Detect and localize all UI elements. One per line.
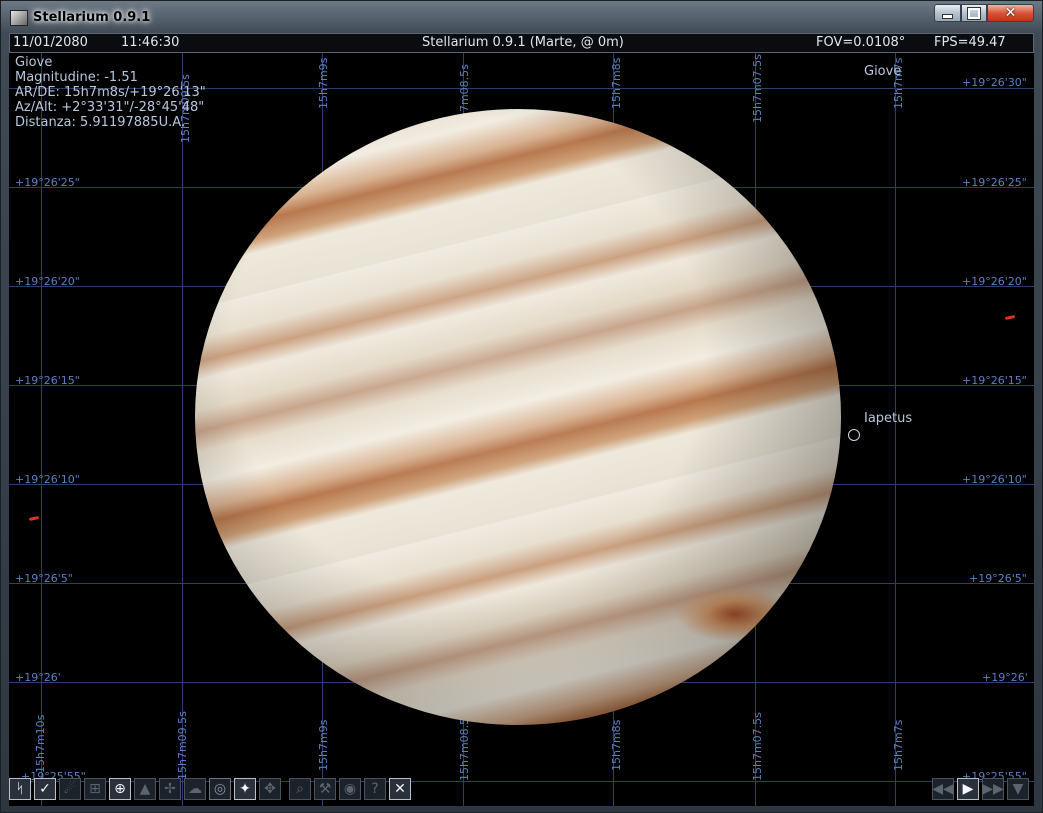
dec-label: +19°26'15" — [962, 374, 1027, 387]
dec-label: +19°26'5" — [15, 572, 73, 585]
object-magnitude: Magnitudine: -1.51 — [15, 70, 138, 85]
jupiter-shading — [195, 109, 841, 725]
fast-forward-icon: ▶▶ — [982, 781, 1004, 797]
fov-text: FOV=0.0108° — [816, 35, 906, 50]
constellation-art-button[interactable]: ☄ — [59, 778, 81, 800]
ra-label: 15h7m7s — [892, 719, 905, 771]
ra-grid-line — [182, 53, 183, 806]
satellite-button[interactable]: ✦ — [234, 778, 256, 800]
config-icon: ⚒ — [318, 781, 332, 797]
info-bar: 11/01/2080 11:46:30 Stellarium 0.9.1 (Ma… — [9, 33, 1034, 53]
giove-label: Giove — [864, 64, 902, 79]
dec-label: +19°26'30" — [962, 76, 1027, 89]
dec-label: +19°26'25" — [15, 176, 80, 189]
cardinal-points-button[interactable]: ✢ — [159, 778, 181, 800]
star-marker[interactable] — [1004, 314, 1016, 321]
equatorial-grid-icon: ⊞ — [89, 781, 101, 797]
constellation-art-icon: ☄ — [63, 781, 77, 797]
play-button[interactable]: ▶ — [957, 778, 979, 800]
object-info: Giove Magnitudine: -1.51 AR/DE: 15h7m8s/… — [15, 55, 206, 130]
search-icon: ⌕ — [296, 781, 304, 797]
search-button[interactable]: ⌕ — [289, 778, 311, 800]
maximize-button[interactable] — [961, 4, 987, 22]
equatorial-mount-icon: ✥ — [264, 781, 276, 797]
object-distance: Distanza: 5.91197885U.A. — [15, 115, 186, 130]
dec-label: +19°26'25" — [962, 176, 1027, 189]
window-title: Stellarium 0.9.1 — [33, 10, 151, 25]
constellation-lines-button[interactable]: ᛋ — [9, 778, 31, 800]
time-now-icon: ▼ — [1012, 781, 1024, 797]
ra-grid-line — [41, 53, 42, 806]
date-text: 11/01/2080 — [13, 35, 88, 50]
rewind-icon: ◀◀ — [932, 781, 954, 797]
constellation-lines-icon: ᛋ — [15, 781, 25, 797]
time-now-button[interactable]: ▼ — [1007, 778, 1029, 800]
ra-label: 15h7m9s — [317, 57, 330, 109]
constellation-names-button[interactable]: ✓ — [34, 778, 56, 800]
window-controls: ✕ — [934, 4, 1034, 24]
title-bar[interactable]: Stellarium 0.9.1 ✕ — [1, 1, 1042, 33]
ra-label: 15h7m8s — [610, 719, 623, 771]
ra-grid-line — [895, 53, 896, 806]
equatorial-mount-button[interactable]: ✥ — [259, 778, 281, 800]
time-text: 11:46:30 — [121, 35, 180, 50]
object-az-alt: Az/Alt: +2°33'31"/-28°45'48" — [15, 100, 205, 115]
cardinal-points-icon: ✢ — [164, 781, 176, 797]
help-button[interactable]: ? — [364, 778, 386, 800]
ra-label: 15h7m09.5s — [176, 711, 189, 780]
atmosphere-icon: ☁ — [188, 781, 202, 797]
play-icon: ▶ — [962, 781, 974, 797]
dec-label: +19°26'5" — [969, 572, 1027, 585]
star-marker[interactable] — [28, 515, 40, 522]
ra-label: 15h7m10s — [34, 714, 47, 773]
constellation-names-icon: ✓ — [39, 781, 51, 797]
dec-label: +19°26'20" — [962, 275, 1027, 288]
ra-label: 15h7m8s — [610, 57, 623, 109]
object-ra-de: AR/DE: 15h7m8s/+19°26'13" — [15, 85, 206, 100]
quit-button[interactable]: ✕ — [389, 778, 411, 800]
ra-label: 15h7m07.5s — [751, 54, 764, 123]
help-icon: ? — [371, 781, 379, 797]
fast-forward-button[interactable]: ▶▶ — [982, 778, 1004, 800]
dec-label: +19°26'20" — [15, 275, 80, 288]
close-icon: ✕ — [1004, 5, 1017, 21]
ra-label: 15h7m08.5s — [458, 712, 471, 781]
satellite-icon: ✦ — [239, 781, 251, 797]
view-button[interactable]: ◉ — [339, 778, 361, 800]
quit-icon: ✕ — [394, 781, 406, 797]
equatorial-grid-button[interactable]: ⊞ — [84, 778, 106, 800]
close-button[interactable]: ✕ — [987, 4, 1034, 22]
ground-button[interactable]: ▲ — [134, 778, 156, 800]
ra-label: 15h7m07.5s — [751, 712, 764, 781]
iapetus-marker[interactable] — [848, 429, 860, 441]
minimize-button[interactable] — [934, 4, 961, 22]
ground-icon: ▲ — [139, 781, 151, 797]
nebulae-button[interactable]: ◎ — [209, 778, 231, 800]
dec-label: +19°26'10" — [962, 473, 1027, 486]
object-name: Giove — [15, 55, 53, 70]
bottom-toolbar: ᛋ ✓ ☄ ⊞ ⊕ ▲ ✢ ☁ ◎ ✦ ✥ ⌕ ⚒ ◉ ? ✕ ◀◀ ▶ ▶▶ … — [9, 776, 1034, 804]
azimuthal-grid-icon: ⊕ — [114, 781, 126, 797]
dec-label: +19°26' — [15, 671, 61, 684]
maximize-icon — [967, 6, 981, 20]
dec-label: +19°26'10" — [15, 473, 80, 486]
location-text: Stellarium 0.9.1 (Marte, @ 0m) — [422, 35, 624, 50]
fps-text: FPS=49.47 — [934, 35, 1006, 50]
dec-label: +19°26' — [982, 671, 1028, 684]
atmosphere-button[interactable]: ☁ — [184, 778, 206, 800]
config-button[interactable]: ⚒ — [314, 778, 336, 800]
ra-label: 15h7m9s — [317, 719, 330, 771]
minimize-icon — [942, 14, 953, 19]
nebulae-icon: ◎ — [213, 781, 227, 797]
app-icon — [10, 10, 28, 26]
sky-view[interactable]: +19°26'25" +19°26'20" +19°26'15" +19°26'… — [9, 33, 1034, 806]
rewind-button[interactable]: ◀◀ — [932, 778, 954, 800]
view-icon: ◉ — [343, 781, 357, 797]
stellarium-window: Stellarium 0.9.1 ✕ +19°26'25" +19°26'20"… — [0, 0, 1043, 813]
azimuthal-grid-button[interactable]: ⊕ — [109, 778, 131, 800]
dec-label: +19°26'15" — [15, 374, 80, 387]
iapetus-label: Iapetus — [864, 411, 913, 426]
